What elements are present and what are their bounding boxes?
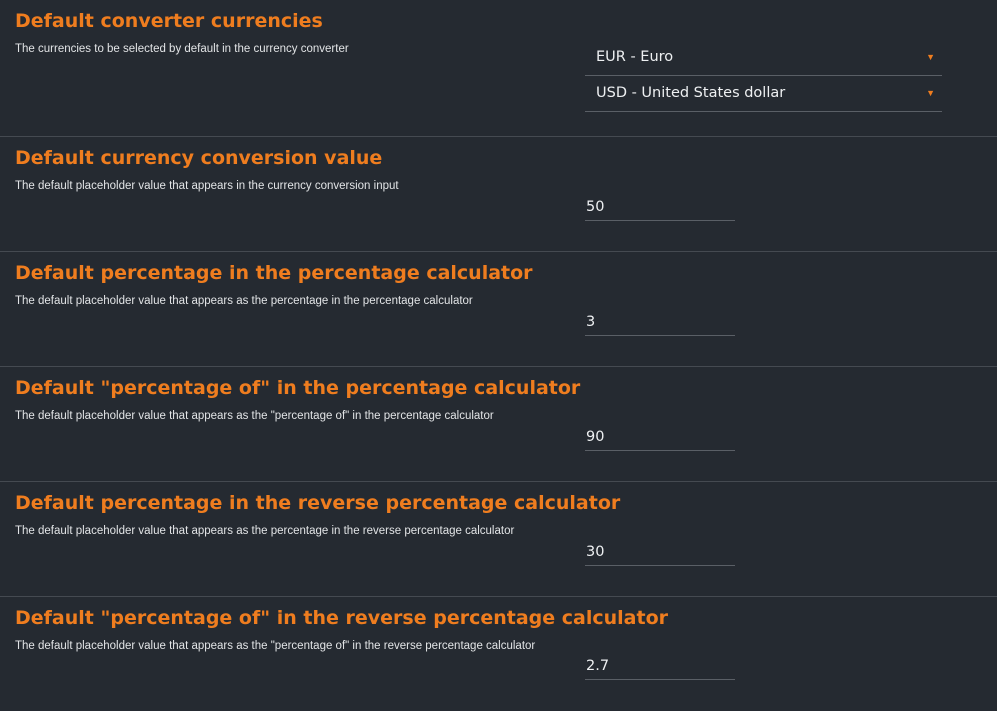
setting-description: The default placeholder value that appea… <box>15 295 473 307</box>
from-currency-value: EUR - Euro <box>596 49 674 65</box>
reverse-percentage-input[interactable] <box>585 540 735 566</box>
setting-description: The default placeholder value that appea… <box>15 410 494 422</box>
reverse-percentage-of-input[interactable] <box>585 654 735 680</box>
setting-title: Default "percentage of" in the percentag… <box>15 377 581 399</box>
to-currency-value: USD - United States dollar <box>596 85 786 101</box>
setting-default-converter-currencies: Default converter currencies The currenc… <box>0 0 997 137</box>
conversion-value-input[interactable] <box>585 195 735 221</box>
setting-title: Default percentage in the percentage cal… <box>15 262 533 284</box>
setting-title: Default converter currencies <box>15 10 323 32</box>
setting-title: Default percentage in the reverse percen… <box>15 492 621 514</box>
setting-default-reverse-percentage-of: Default "percentage of" in the reverse p… <box>0 597 997 711</box>
setting-description: The currencies to be selected by default… <box>15 43 349 55</box>
setting-default-percentage: Default percentage in the percentage cal… <box>0 252 997 367</box>
chevron-down-icon: ▼ <box>926 52 935 62</box>
setting-description: The default placeholder value that appea… <box>15 640 536 652</box>
percentage-of-input[interactable] <box>585 425 735 451</box>
setting-default-percentage-of: Default "percentage of" in the percentag… <box>0 367 997 482</box>
setting-description: The default placeholder value that appea… <box>15 180 399 192</box>
setting-description: The default placeholder value that appea… <box>15 525 515 537</box>
from-currency-select[interactable]: EUR - Euro ▼ <box>585 40 942 76</box>
chevron-down-icon: ▼ <box>926 88 935 98</box>
setting-default-conversion-value: Default currency conversion value The de… <box>0 137 997 252</box>
to-currency-select[interactable]: USD - United States dollar ▼ <box>585 76 942 112</box>
percentage-input[interactable] <box>585 310 735 336</box>
setting-default-reverse-percentage: Default percentage in the reverse percen… <box>0 482 997 597</box>
settings-panel: Default converter currencies The currenc… <box>0 0 997 711</box>
setting-title: Default "percentage of" in the reverse p… <box>15 607 668 629</box>
setting-title: Default currency conversion value <box>15 147 383 169</box>
